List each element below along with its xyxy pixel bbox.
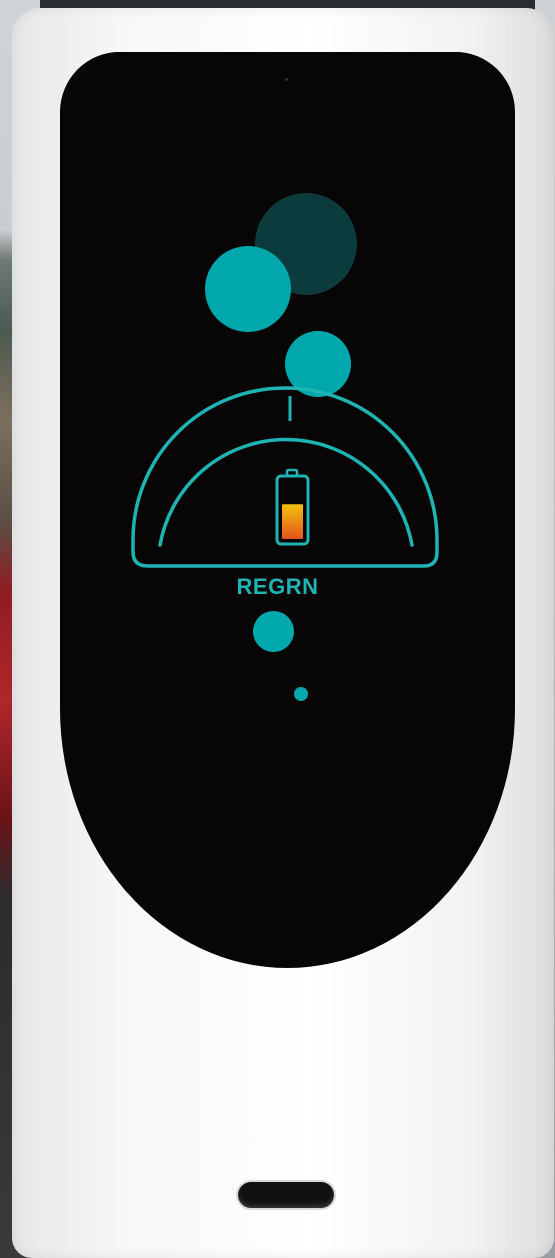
battery-icon <box>275 468 310 546</box>
card-reader-slot <box>238 1182 334 1208</box>
battery-fill <box>282 504 303 539</box>
charger-scene: REGRN <box>0 0 555 1258</box>
mode-label: REGRN <box>236 574 319 599</box>
regen-gauge <box>131 386 439 568</box>
